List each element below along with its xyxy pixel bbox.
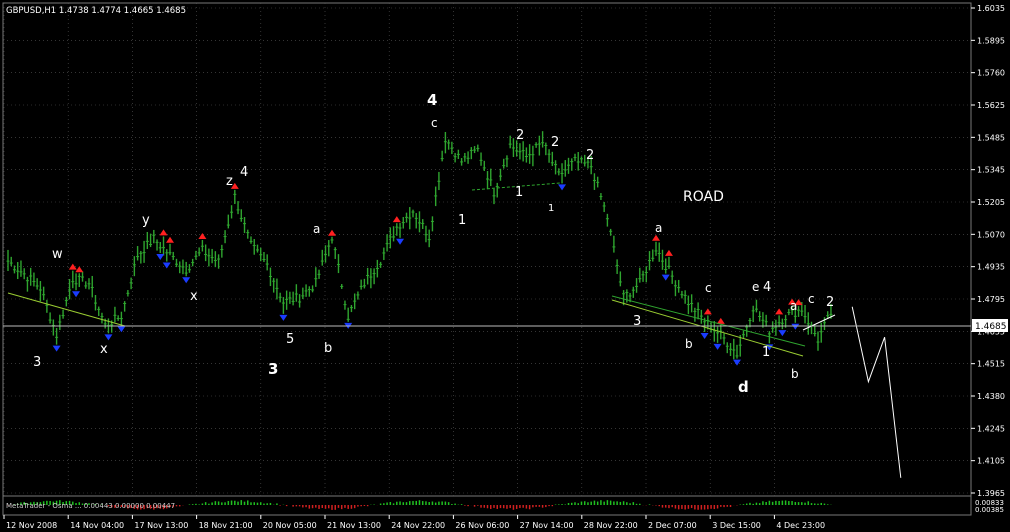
label-1-b: 1 (515, 185, 523, 200)
fractal-down-marker (661, 274, 670, 281)
label-c-2: c (705, 281, 712, 295)
current-price-label: 1.4685 (975, 322, 1007, 332)
fractal-down-marker (279, 314, 288, 321)
fractal-down-marker (713, 343, 722, 350)
label-5: 5 (286, 332, 294, 347)
time-tick-label: 2 Dec 07:00 (648, 521, 697, 530)
time-axis: 12 Nov 2008 14 Nov 04:00 17 Nov 13:00 18 No… (3, 515, 825, 530)
label-a-3: a (790, 299, 797, 313)
time-tick-label: 27 Nov 14:00 (520, 521, 574, 530)
price-tick-label: 1.5345 (977, 166, 1005, 175)
fractal-down-marker (162, 262, 171, 269)
label-4-right: 4 (763, 280, 771, 295)
label-2-c: 2 (586, 148, 594, 163)
subwindow-tick-bottom: 0.00385 (975, 506, 1004, 514)
price-tick-label: 1.4515 (977, 360, 1005, 369)
candles (6, 131, 833, 360)
time-tick-label: 17 Nov 13:00 (134, 521, 188, 530)
price-axis: 1.6035 1.5895 1.5760 1.5625 1.5485 1.5345 1.52… (971, 4, 1005, 498)
fractal-down-marker (791, 323, 800, 330)
fractal-down-marker (182, 277, 191, 284)
fractal-up-marker (775, 308, 784, 315)
time-tick-label: 26 Nov 06:00 (455, 521, 509, 530)
fractal-down-marker (156, 253, 165, 260)
time-tick-label: 12 Nov 2008 (6, 521, 57, 530)
time-tick-label: 24 Nov 22:00 (391, 521, 445, 530)
label-c-3: c (808, 292, 815, 306)
price-tick-label: 1.6035 (977, 4, 1005, 13)
price-tick-label: 1.5760 (977, 69, 1005, 78)
label-1-c: 1 (548, 203, 554, 214)
label-3-right: 3 (633, 314, 641, 329)
price-tick-label: 1.4380 (977, 392, 1005, 401)
time-tick-label: 28 Nov 22:00 (584, 521, 638, 530)
fractal-down-marker (52, 345, 61, 352)
label-a-2: a (655, 221, 662, 235)
chart: 1.6035 1.5895 1.5760 1.5625 1.5485 1.5345 1.52… (2, 2, 1008, 530)
time-tick-label: 4 Dec 23:00 (776, 521, 825, 530)
label-e: e (752, 280, 759, 294)
label-x-mid: x (190, 289, 198, 304)
price-tick-label: 1.5485 (977, 133, 1005, 142)
price-tick-label: 1.5625 (977, 101, 1005, 110)
label-1-a: 1 (458, 213, 466, 228)
fractal-down-marker (733, 359, 741, 366)
price-tick-label: 1.4245 (977, 424, 1005, 433)
time-tick-label: 3 Dec 15:00 (712, 521, 761, 530)
label-a-1: a (313, 222, 320, 236)
time-tick-label: 21 Nov 13:00 (327, 521, 381, 530)
label-w: w (52, 247, 63, 262)
fractal-down-marker (778, 330, 787, 337)
price-tick-label: 1.4105 (977, 457, 1005, 466)
label-2-a: 2 (516, 128, 524, 143)
fractal-up-marker (159, 229, 168, 236)
label-d: d (738, 378, 749, 396)
label-3-bold: 3 (268, 360, 278, 378)
time-tick-label: 14 Nov 04:00 (70, 521, 124, 530)
label-road: ROAD (683, 189, 724, 205)
fractal-down-marker (72, 291, 81, 298)
label-x-left: x (100, 342, 108, 357)
label-b-1: b (324, 341, 332, 356)
indicator-text: MetaTrader - Osma ... 0.00443 0.00000 0.… (6, 502, 175, 510)
price-tick-label: 1.5205 (977, 198, 1005, 207)
fractal-up-marker (328, 229, 336, 236)
price-tick-label: 1.3965 (977, 489, 1005, 498)
label-4-bold: 4 (427, 91, 437, 109)
label-y: y (142, 213, 150, 228)
fractal-up-marker (392, 216, 401, 223)
price-tick-label: 1.4795 (977, 295, 1005, 304)
fractal-down-marker (117, 326, 126, 333)
grid (3, 3, 971, 496)
fractal-up-marker (166, 236, 174, 243)
forecast-path (851, 306, 902, 478)
time-tick-label: 20 Nov 05:00 (263, 521, 317, 530)
fractal-down-marker (700, 332, 709, 339)
fractal-down-marker (558, 184, 567, 191)
symbol-header: GBPUSD,H1 1.4738 1.4774 1.4665 1.4685 (6, 6, 186, 16)
label-3-left: 3 (33, 355, 41, 370)
fractal-up-marker (198, 233, 207, 240)
fractal-up-marker (664, 249, 673, 256)
wave-annotations: w 3 x y x z 4 a 5 b 3 4 c 1 2 1 2 1 2 RO… (33, 91, 834, 396)
label-4-z: 4 (240, 165, 248, 180)
fractal-down-marker (396, 238, 405, 245)
time-tick-label: 18 Nov 21:00 (199, 521, 253, 530)
fractal-down-marker (104, 334, 113, 341)
fractal-up-marker (652, 234, 660, 241)
label-b-3: b (791, 367, 799, 381)
label-1-d: 1 (762, 345, 770, 360)
label-2-right: 2 (826, 295, 834, 310)
fractal-up-marker (703, 308, 712, 315)
label-b-2: b (685, 337, 693, 351)
price-tick-label: 1.4935 (977, 263, 1005, 272)
label-c-top: c (431, 116, 438, 130)
main-plot-frame (2, 2, 972, 497)
label-z: z (226, 174, 233, 189)
label-2-b: 2 (551, 135, 559, 150)
price-tick-label: 1.5070 (977, 230, 1005, 239)
price-tick-label: 1.5895 (977, 36, 1005, 45)
